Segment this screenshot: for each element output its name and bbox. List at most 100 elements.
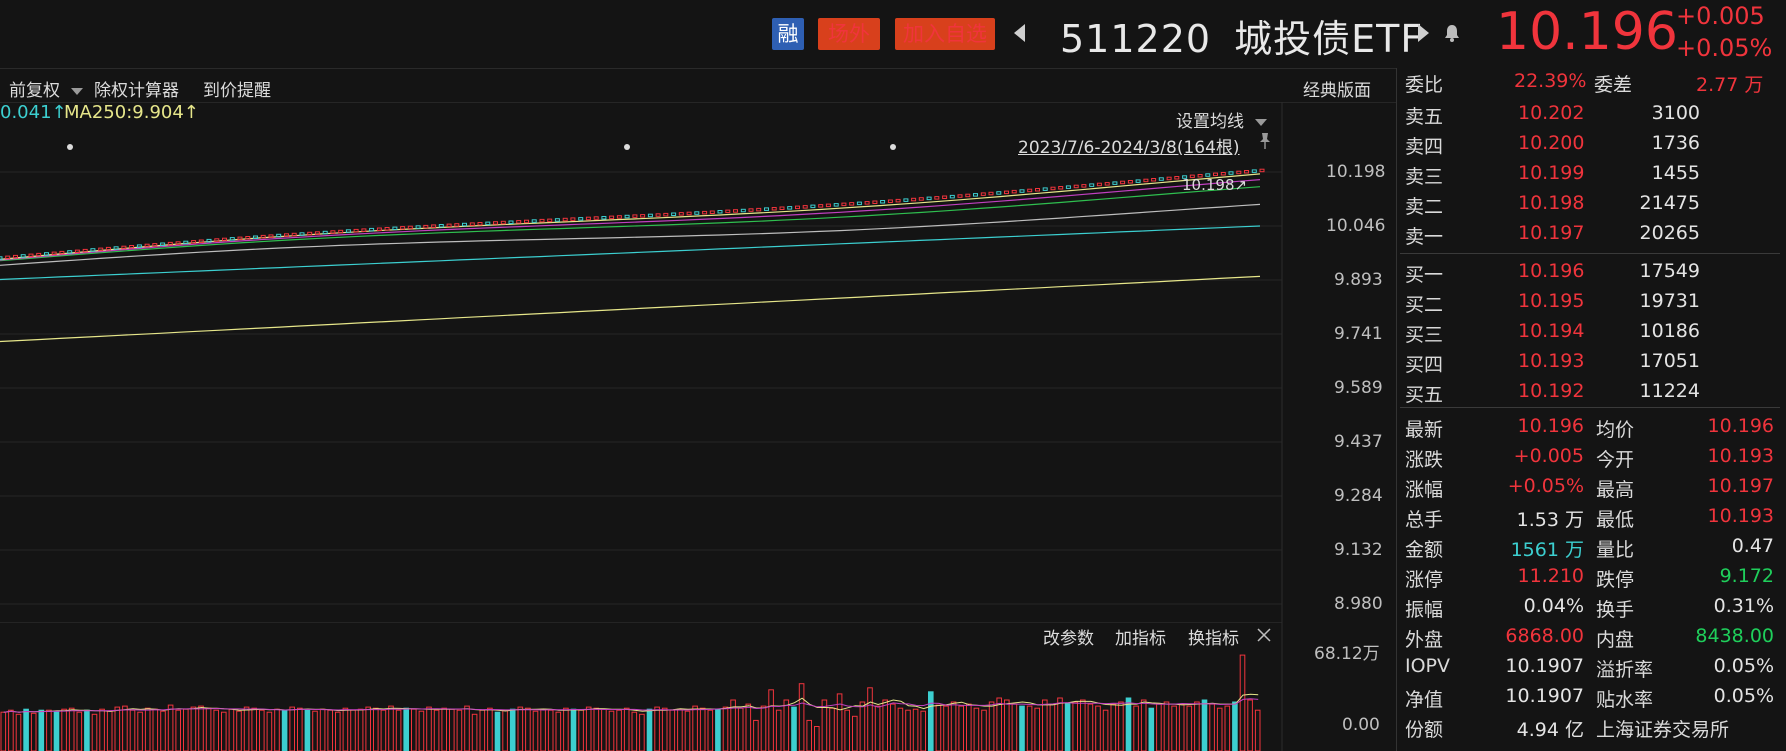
volume-bar <box>1011 703 1018 751</box>
volume-bar <box>61 708 67 751</box>
volume-bar <box>608 710 615 751</box>
candle <box>291 232 297 237</box>
candle <box>1050 186 1056 191</box>
candle <box>733 209 738 213</box>
volume-bar <box>1049 703 1056 751</box>
stat-label: 总手 <box>1405 509 1444 531</box>
candle <box>44 252 49 256</box>
y-tick-label: 9.437 <box>1334 432 1383 452</box>
candle <box>725 209 731 214</box>
candle <box>136 244 142 248</box>
calculator-button[interactable]: 除权计算器 <box>94 76 179 101</box>
stat-label: 振幅 <box>1405 599 1444 621</box>
stat-value: 6868.00 <box>1505 625 1584 647</box>
ma-line <box>0 186 1261 262</box>
add-watchlist-button[interactable]: 加入自选 <box>895 18 995 50</box>
close-icon[interactable] <box>1257 628 1271 642</box>
candle <box>1174 176 1180 180</box>
y-tick-label: 9.589 <box>1334 378 1383 398</box>
event-marker-icon[interactable] <box>890 144 896 150</box>
bid-price[interactable]: 10.192 <box>1518 380 1584 402</box>
volume-bar <box>144 707 151 751</box>
candle <box>1135 179 1141 183</box>
candle <box>1011 189 1017 194</box>
candle <box>965 193 971 198</box>
stat-value: 1.53 万 <box>1516 509 1584 531</box>
bid-label: 买三 <box>1405 324 1444 346</box>
ask-price[interactable]: 10.200 <box>1518 132 1584 154</box>
set-ma-button[interactable]: 设置均线 <box>1176 107 1268 132</box>
candle <box>152 243 158 247</box>
bid-price[interactable]: 10.195 <box>1518 290 1584 312</box>
candle <box>678 212 684 216</box>
candle <box>1027 188 1033 193</box>
offsite-tag[interactable]: 场外 <box>818 18 880 50</box>
stat-value: 11.210 <box>1517 565 1584 587</box>
switch-indicator-button[interactable]: 换指标 <box>1188 624 1239 649</box>
volume-bar <box>707 709 714 751</box>
volume-bar <box>228 708 235 751</box>
bid-label: 买一 <box>1405 264 1444 286</box>
bid-price[interactable]: 10.194 <box>1518 320 1584 342</box>
price-alert-button[interactable]: 到价提醒 <box>203 76 271 101</box>
ask-price[interactable]: 10.198 <box>1518 192 1584 214</box>
candle <box>376 227 382 231</box>
adjust-dropdown[interactable]: 前复权 <box>9 76 84 101</box>
volume-chart[interactable]: 改参数 加指标 换指标 68.12万 0.00 <box>0 622 1396 751</box>
kline-chart[interactable]: 0.041↑ MA250:9.904↑ 设置均线 2023/7/6-2024/3… <box>0 102 1396 622</box>
volume-bar <box>236 710 242 751</box>
volume-bar <box>418 710 425 751</box>
stat-value: 10.193 <box>1707 445 1774 467</box>
stat-label: 涨幅 <box>1405 479 1444 501</box>
volume-bar <box>1194 701 1200 751</box>
ask-price[interactable]: 10.202 <box>1518 102 1584 124</box>
volume-bar <box>357 708 364 751</box>
last-price-marker: 10.198↗ <box>1182 176 1248 194</box>
prev-stock-icon[interactable] <box>1014 24 1025 42</box>
volume-bar <box>312 710 318 751</box>
margin-tag[interactable]: 融 <box>772 18 804 50</box>
candle <box>462 222 467 227</box>
candle <box>1065 185 1071 189</box>
change-params-button[interactable]: 改参数 <box>1043 624 1094 649</box>
ask-price[interactable]: 10.199 <box>1518 162 1584 184</box>
volume-bar <box>365 706 371 751</box>
stat-label: 最低 <box>1596 509 1635 531</box>
volume-bar <box>213 709 219 751</box>
bid-price[interactable]: 10.196 <box>1518 260 1584 282</box>
candle <box>13 254 18 259</box>
volume-bar <box>175 709 181 751</box>
volume-bar <box>890 703 896 751</box>
pin-icon[interactable] <box>1258 132 1272 150</box>
volume-bar <box>601 708 607 751</box>
volume-bar <box>852 715 858 751</box>
candle <box>144 243 150 248</box>
candle <box>59 250 65 255</box>
volume-bar <box>623 707 630 751</box>
volume-bar <box>517 706 524 751</box>
candle <box>864 201 870 205</box>
stat-label: 溢折率 <box>1596 659 1654 681</box>
volume-bar <box>966 703 972 751</box>
candle <box>640 214 646 218</box>
candle <box>113 246 119 250</box>
classic-layout-button[interactable]: 经典版面 <box>1303 76 1371 101</box>
bid-price[interactable]: 10.193 <box>1518 350 1584 372</box>
candle <box>647 213 653 218</box>
y-tick-label: 10.198 <box>1326 162 1386 182</box>
chevron-down-icon <box>71 87 84 95</box>
date-range[interactable]: 2023/7/6-2024/3/8(164根) <box>1018 133 1240 158</box>
event-marker-icon[interactable] <box>624 144 630 150</box>
volume-bar <box>737 707 744 751</box>
ask-price[interactable]: 10.197 <box>1518 222 1584 244</box>
candle <box>322 230 328 235</box>
volume-bar <box>1239 654 1246 751</box>
next-stock-icon[interactable] <box>1418 24 1429 42</box>
bell-icon[interactable] <box>1444 24 1460 42</box>
add-indicator-button[interactable]: 加指标 <box>1115 624 1166 649</box>
stat-label: 跌停 <box>1596 569 1635 591</box>
volume-bar <box>1148 707 1155 751</box>
candle <box>415 225 421 229</box>
stat-label: IOPV <box>1405 655 1451 677</box>
event-marker-icon[interactable] <box>67 144 73 150</box>
